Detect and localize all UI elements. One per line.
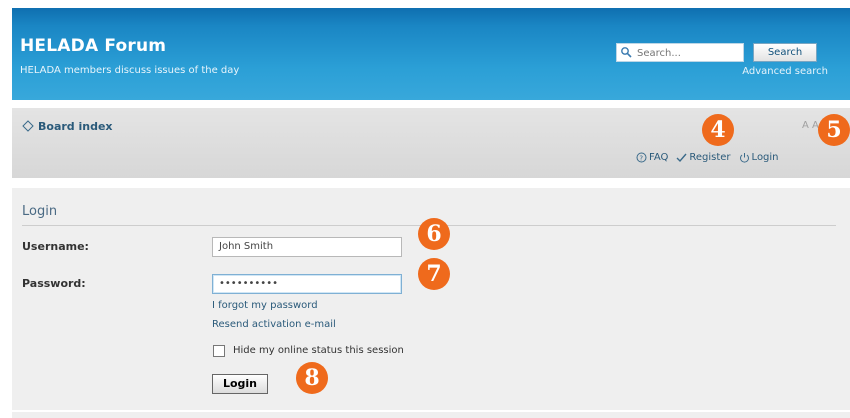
faq-label: FAQ [649,152,669,163]
search-button[interactable]: Search [753,43,817,62]
resend-activation-link[interactable]: Resend activation e-mail [212,319,336,330]
register-link[interactable]: Register [676,152,731,163]
login-label: Login [751,152,779,163]
register-label: Register [689,152,731,163]
forgot-password-link[interactable]: I forgot my password [212,300,318,311]
annotation-marker-8: 8 [296,362,328,394]
advanced-search-link[interactable]: Advanced search [742,66,828,77]
faq-link[interactable]: ? FAQ [636,152,668,163]
login-link[interactable]: Login [739,152,779,163]
board-index-link[interactable]: Board index [38,120,113,133]
password-label: Password: [22,277,86,290]
register-icon [676,153,687,163]
hide-status-checkbox[interactable] [213,345,225,357]
login-button[interactable]: Login [212,374,268,394]
username-field[interactable]: John Smith [212,237,402,257]
footer-strip [12,412,850,418]
svg-text:?: ? [639,155,643,163]
faq-icon: ? [636,152,647,163]
login-panel-title: Login [22,204,58,219]
annotation-marker-4: 4 [702,114,734,146]
font-resize-control[interactable]: A A [802,120,819,131]
search-icon [621,47,632,58]
hide-status-label[interactable]: Hide my online status this session [233,345,404,356]
password-field[interactable]: •••••••••• [212,274,402,294]
username-label: Username: [22,240,89,253]
annotation-marker-5: 5 [818,114,850,146]
annotation-marker-7: 7 [418,258,450,290]
site-description: HELADA members discuss issues of the day [20,65,240,76]
annotation-marker-6: 6 [418,218,450,250]
search-input[interactable] [616,43,744,62]
home-icon [22,120,34,132]
nav-links: ? FAQ Register Login [636,152,779,163]
site-title[interactable]: HELADA Forum [20,36,166,56]
power-icon [739,153,749,163]
